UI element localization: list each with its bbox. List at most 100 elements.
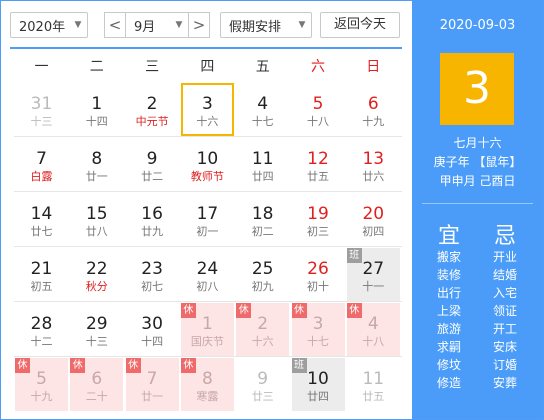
lunar-label: 十九 [30,390,53,403]
month-select[interactable]: 9月 ▼ [125,12,189,38]
day-cell[interactable]: 12 廿五 [292,138,345,191]
day-cell[interactable]: 休 2 十六 [236,303,290,356]
ji-item: 安床 [492,340,517,354]
day-cell[interactable]: 28 十二 [15,303,68,356]
day-number: 26 [307,259,329,279]
lunar-label: 十四 [141,335,164,348]
day-number: 30 [141,314,163,334]
header-divider [10,47,402,49]
day-number: 18 [251,204,274,224]
day-number: 23 [141,259,163,279]
day-number: 17 [196,204,219,224]
weekday-label: 一 [34,59,49,75]
day-cell[interactable]: 16 廿九 [126,193,179,246]
day-cell[interactable]: 休 8 寒露 [180,358,234,411]
lunar-label: 廿三 [251,390,274,403]
lunar-label: 初九 [251,280,274,293]
day-cell[interactable]: 休 7 廿一 [125,358,179,411]
day-cell[interactable]: 休 5 十九 [15,358,68,411]
ganzhi-year: 庚子年 【鼠年】 [433,155,522,169]
holiday-select[interactable]: 假期安排 ▼ [220,12,312,38]
lunar-label: 秋分 [85,280,108,293]
lunar-label: 初一 [196,225,219,238]
day-cell[interactable]: 21 初五 [15,248,68,301]
ji-item: 订婚 [492,358,517,372]
day-cell[interactable]: 班 27 十一 [346,248,400,301]
ji-item: 开工 [492,322,517,336]
lunar-label: 廿六 [362,170,385,183]
lunar-label: 廿一 [85,170,108,183]
lunar-label: 廿一 [141,390,164,403]
lunar-label: 十七 [307,335,329,348]
lunar-label: 十二 [30,335,53,348]
weekday-label: 三 [145,59,160,75]
day-cell[interactable]: 休 3 十七 [291,303,345,356]
day-cell[interactable]: 班 10 廿四 [291,358,345,411]
day-cell[interactable]: 休 1 国庆节 [180,303,234,356]
yi-item: 上梁 [436,304,461,318]
lunar-label: 廿四 [251,170,274,183]
day-cell[interactable]: 10 教师节 [181,138,234,191]
day-cell[interactable]: 23 初七 [126,248,179,301]
day-number: 2 [146,94,158,114]
year-select[interactable]: 2020年 ▼ [10,12,88,38]
lunar-label: 廿五 [362,390,385,403]
day-cell[interactable]: 休 4 十八 [346,303,400,356]
ji-item: 开业 [492,250,517,264]
ganzhi-month-day: 甲申月 己酉日 [439,174,516,188]
day-cell[interactable]: 9 廿二 [126,138,179,191]
day-cell[interactable]: 9 廿三 [236,358,289,411]
day-cell[interactable]: 2 中元节 [126,83,179,136]
ji-item: 领证 [492,304,517,318]
day-cell[interactable]: 29 十三 [70,303,123,356]
selected-date: 2020-09-03 [439,18,516,33]
day-cell[interactable]: 13 廿六 [347,138,400,191]
day-cell[interactable]: 24 初八 [181,248,234,301]
day-cell[interactable]: 18 初二 [236,193,289,246]
lunar-label: 十七 [251,115,274,128]
day-cell[interactable]: 17 初一 [181,193,234,246]
day-cell[interactable]: 14 廿七 [15,193,68,246]
day-cell[interactable]: 15 廿八 [70,193,123,246]
day-cell[interactable]: 3 十六 [180,83,234,136]
day-number: 7 [36,149,47,169]
ji-item: 安葬 [492,376,517,390]
lunar-label: 初二 [251,225,274,238]
day-cell[interactable]: 11 廿四 [236,138,289,191]
row-divider [14,356,402,357]
detail-panel: 2020-09-03 3 七月十六 庚子年 【鼠年】 甲申月 己酉日 宜 忌 搬… [412,0,543,419]
next-month-button[interactable]: > [188,12,210,38]
day-cell[interactable]: 25 初九 [236,248,289,301]
row-divider [14,191,402,192]
lunar-label: 廿五 [307,170,329,183]
day-cell[interactable]: 20 初四 [347,193,400,246]
day-number: 19 [307,204,329,224]
day-cell[interactable]: 休 6 二十 [70,358,124,411]
day-cell[interactable]: 31 十三 [15,83,68,136]
lunar-label: 十三 [85,335,108,348]
prev-month-button[interactable]: < [104,12,126,38]
chevron-down-icon: ▼ [175,20,183,30]
day-cell[interactable]: 8 廿一 [70,138,123,191]
day-number: 31 [30,94,53,114]
ji-item: 结婚 [492,268,517,282]
holiday-badge: 休 [180,358,196,373]
day-cell[interactable]: 6 十九 [347,83,400,136]
back-to-today-button[interactable]: 返回今天 [320,12,400,38]
day-number: 1 [91,94,103,114]
lunar-label: 初七 [141,280,164,293]
day-cell[interactable]: 19 初三 [292,193,345,246]
lunar-label: 中元节 [135,115,169,128]
day-cell[interactable]: 26 初十 [292,248,345,301]
day-cell[interactable]: 4 十七 [236,83,289,136]
day-cell[interactable]: 22 秋分 [70,248,123,301]
day-cell[interactable]: 30 十四 [126,303,179,356]
day-number: 25 [251,259,274,279]
holiday-badge: 休 [125,358,141,373]
lunar-label: 寒露 [196,390,219,403]
day-cell[interactable]: 1 十四 [70,83,123,136]
day-cell[interactable]: 7 白露 [15,138,68,191]
day-cell[interactable]: 11 廿五 [347,358,400,411]
lunar-label: 十六 [196,115,219,128]
day-cell[interactable]: 5 十八 [292,83,345,136]
